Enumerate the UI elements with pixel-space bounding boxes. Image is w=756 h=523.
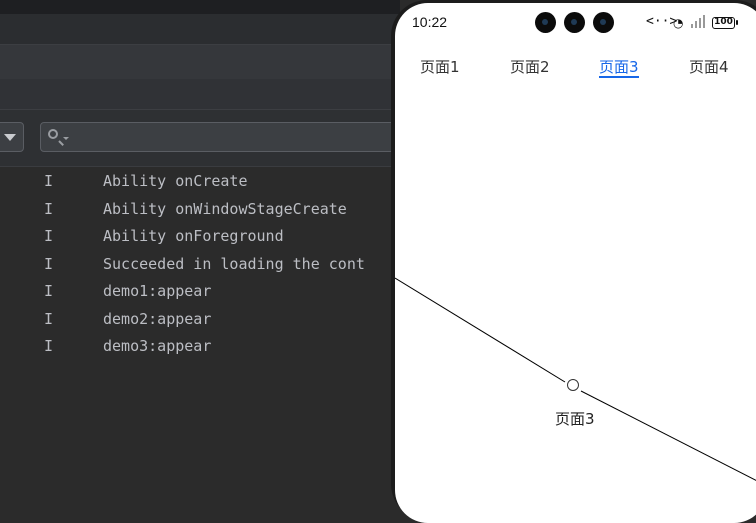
log-row[interactable]: I demo1:appear (0, 278, 400, 306)
log-message: Ability onCreate (103, 172, 248, 190)
circle-marker[interactable] (567, 379, 579, 391)
diagonal-line (395, 277, 566, 383)
log-level-dropdown[interactable] (0, 122, 24, 152)
phone-screen: 10:22 <··> ◔ 100 页面1 页面2 页面3 页面4 页面3 (395, 3, 756, 523)
ide-log-panel: I Ability onCreate I Ability onWindowSta… (0, 0, 400, 502)
log-level: I (44, 227, 54, 245)
page-content-canvas (395, 277, 756, 481)
chevron-down-icon (4, 134, 16, 141)
search-icon (48, 129, 58, 139)
log-list: I Ability onCreate I Ability onWindowSta… (0, 168, 400, 361)
log-row[interactable]: I Ability onCreate (0, 168, 400, 196)
diagonal-line (580, 390, 756, 481)
log-row[interactable]: I Succeeded in loading the cont (0, 251, 400, 279)
log-level: I (44, 282, 54, 300)
search-options-chevron-icon[interactable] (63, 137, 69, 140)
log-level: I (44, 199, 54, 218)
log-row[interactable]: I demo2:appear (0, 306, 400, 334)
ide-top-strip (0, 0, 400, 14)
log-message: demo2:appear (103, 309, 212, 328)
ide-header-bar (0, 14, 400, 44)
log-level: I (44, 309, 54, 328)
log-message: Ability onForeground (103, 227, 284, 245)
log-level: I (44, 172, 54, 190)
page-label: 页面3 (555, 410, 595, 428)
ide-sub-toolbar (0, 79, 400, 110)
ide-tab-bar[interactable] (0, 44, 400, 80)
log-message: Succeeded in loading the cont (103, 254, 365, 273)
log-row[interactable]: I demo3:appear (0, 333, 400, 361)
log-row[interactable]: I Ability onWindowStageCreate (0, 196, 400, 224)
log-message: Ability onWindowStageCreate (103, 199, 347, 218)
log-row[interactable]: I Ability onForeground (0, 223, 400, 251)
log-level: I (44, 254, 54, 273)
log-search-input[interactable] (40, 122, 400, 152)
log-message: demo3:appear (103, 337, 212, 355)
log-message: demo1:appear (103, 282, 212, 300)
log-level: I (44, 337, 54, 355)
